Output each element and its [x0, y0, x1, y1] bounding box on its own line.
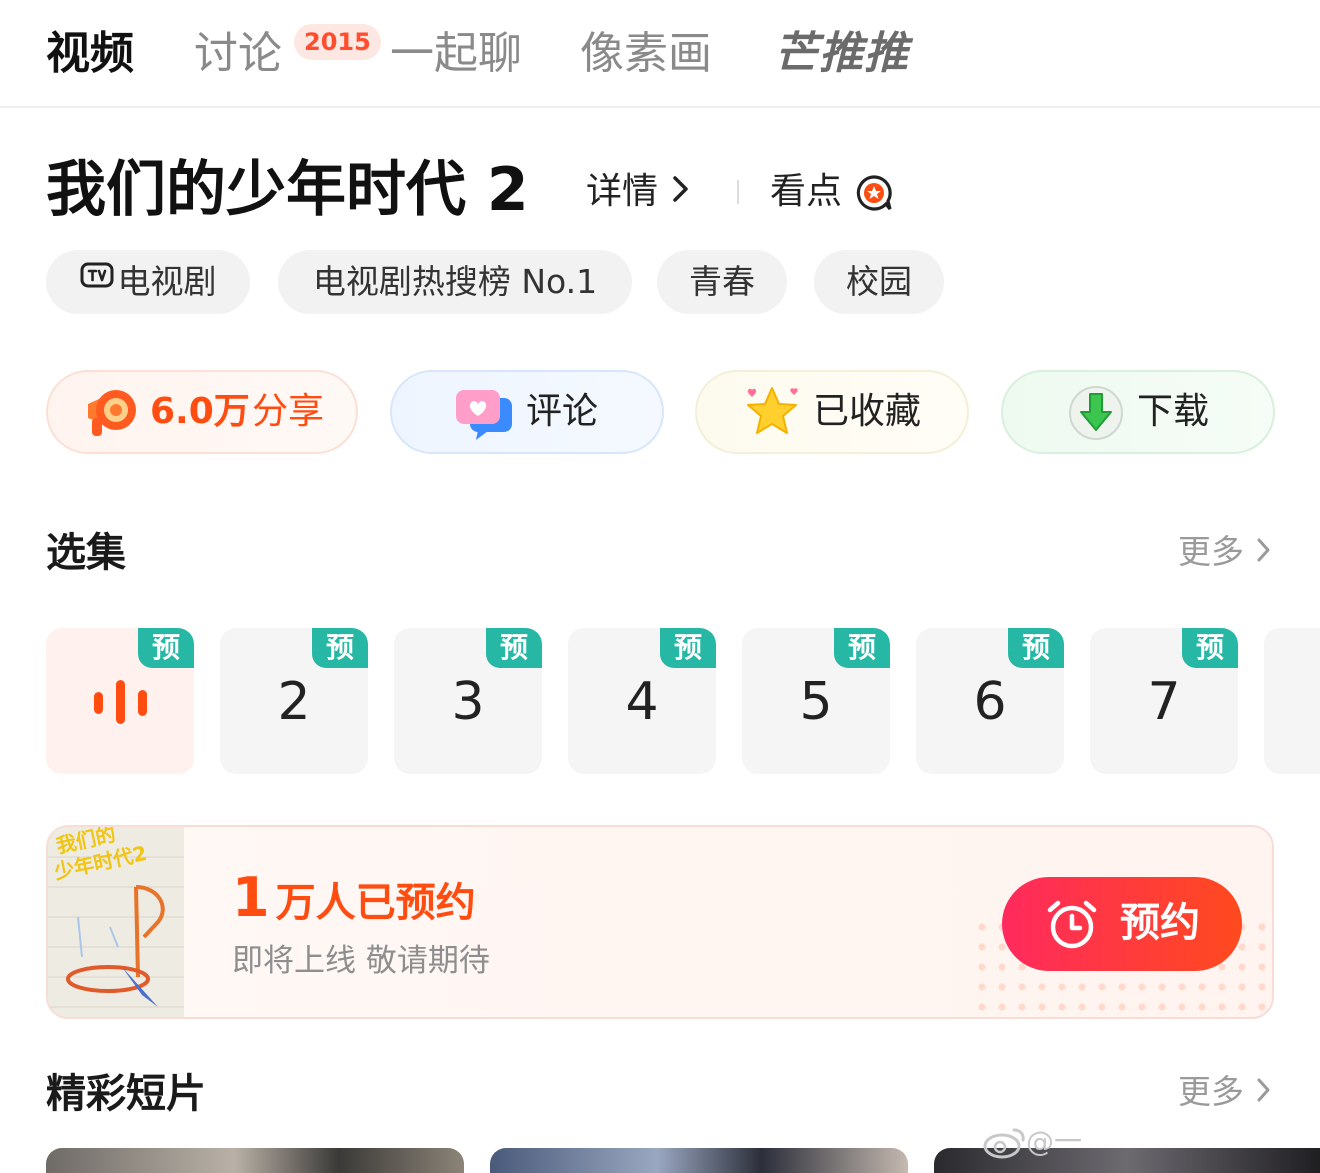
- download-arrow-icon: [1067, 384, 1125, 471]
- show-title: 我们的少年时代 2: [46, 155, 529, 225]
- tag-hot-search-rank[interactable]: 电视剧热搜榜 No.1: [278, 250, 632, 314]
- star-favorite-icon: [743, 384, 801, 471]
- playing-equalizer-icon: [92, 680, 150, 724]
- tab-chat-together[interactable]: 一起聊: [390, 24, 522, 84]
- reserve-count: 1 万人已预约: [232, 863, 476, 938]
- preview-badge: 预: [1008, 628, 1064, 668]
- megaphone-icon: [80, 380, 140, 473]
- chevron-right-icon: [672, 168, 690, 216]
- preview-badge: 预: [486, 628, 542, 668]
- download-label: 下载: [1137, 391, 1210, 432]
- preview-badge: 预: [1182, 628, 1238, 668]
- episodes-section-title: 选集: [46, 530, 126, 576]
- preview-badge: 预: [660, 628, 716, 668]
- reserve-button[interactable]: 预约: [1002, 877, 1242, 971]
- tab-pixel-art[interactable]: 像素画: [580, 24, 712, 84]
- divider: [737, 180, 739, 204]
- episode-number: 3: [451, 672, 485, 732]
- weibo-watermark: @一: [982, 1122, 1082, 1162]
- watermark-text: @一: [1026, 1125, 1083, 1158]
- episode-item[interactable]: 6 预: [916, 628, 1064, 774]
- chevron-right-icon: [1256, 1068, 1272, 1116]
- weibo-logo-icon: [982, 1125, 1026, 1159]
- share-button[interactable]: 6.0万 分享: [46, 370, 358, 454]
- top-tab-bar: 视频 讨论 2015 一起聊 像素画 芒推推: [0, 0, 1320, 108]
- reserve-count-text: 万人已预约: [275, 880, 476, 926]
- clips-more-link[interactable]: 更多: [1178, 1068, 1272, 1116]
- episode-number: 5: [799, 672, 833, 732]
- episode-1-playing[interactable]: 预: [46, 628, 194, 774]
- tab-video[interactable]: 视频: [46, 24, 134, 84]
- tag-tv-series[interactable]: 电视剧: [46, 250, 250, 314]
- tab-discussion[interactable]: 讨论: [194, 24, 282, 84]
- chevron-right-icon: [1256, 528, 1272, 576]
- show-poster[interactable]: 我们的 少年时代2: [48, 827, 184, 1017]
- highlight-label: 看点: [770, 171, 843, 212]
- reserve-button-label: 预约: [1120, 900, 1200, 946]
- episode-item[interactable]: 5 预: [742, 628, 890, 774]
- preview-badge: 预: [834, 628, 890, 668]
- clip-thumbnail[interactable]: [490, 1148, 908, 1173]
- discussion-count-badge: 2015: [294, 24, 381, 60]
- tag-label: 电视剧: [117, 262, 217, 301]
- episode-item[interactable]: 4 预: [568, 628, 716, 774]
- highlight-link[interactable]: 看点: [770, 168, 842, 216]
- episode-item-partial[interactable]: [1264, 628, 1320, 774]
- comment-bubble-icon: [454, 386, 516, 471]
- tv-icon: [80, 249, 114, 313]
- detail-link[interactable]: 详情: [586, 168, 690, 216]
- episode-item[interactable]: 7 预: [1090, 628, 1238, 774]
- episode-item[interactable]: 2 预: [220, 628, 368, 774]
- tag-campus[interactable]: 校园: [814, 250, 944, 314]
- detail-label: 详情: [586, 171, 659, 212]
- episode-number: 7: [1147, 672, 1181, 732]
- highlight-star-bubble-icon[interactable]: [855, 174, 893, 212]
- reserve-card: 我们的 少年时代2 1 万人已预约 即将上线 敬请期待 预约: [46, 825, 1274, 1019]
- download-button[interactable]: 下载: [1001, 370, 1275, 454]
- more-label: 更多: [1178, 1072, 1244, 1111]
- reserve-subtitle: 即将上线 敬请期待: [232, 943, 490, 979]
- favorite-label: 已收藏: [813, 391, 922, 432]
- comment-button[interactable]: 评论: [390, 370, 664, 454]
- reserve-count-number: 1: [232, 866, 270, 929]
- episode-number: 4: [625, 672, 659, 732]
- comment-label: 评论: [526, 391, 599, 432]
- episodes-more-link[interactable]: 更多: [1178, 528, 1272, 576]
- episode-number: 2: [277, 672, 311, 732]
- alarm-clock-icon: [1046, 899, 1098, 955]
- more-label: 更多: [1178, 532, 1244, 571]
- tab-mang-tuitui[interactable]: 芒推推: [774, 24, 909, 84]
- tag-youth[interactable]: 青春: [657, 250, 787, 314]
- preview-badge: 预: [138, 628, 194, 668]
- episode-item[interactable]: 3 预: [394, 628, 542, 774]
- clips-section-title: 精彩短片: [46, 1071, 206, 1117]
- episode-number: 6: [973, 672, 1007, 732]
- preview-badge: 预: [312, 628, 368, 668]
- favorite-button[interactable]: 已收藏: [695, 370, 969, 454]
- share-label: 分享: [252, 391, 325, 432]
- clip-thumbnail[interactable]: [46, 1148, 464, 1173]
- share-count: 6.0万: [150, 391, 250, 432]
